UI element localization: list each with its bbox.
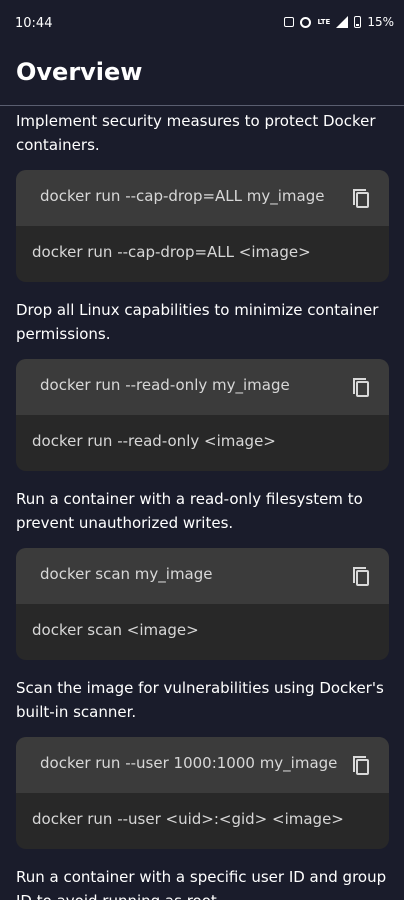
copy-button[interactable] bbox=[349, 184, 373, 210]
status-time: 10:44 bbox=[15, 16, 53, 31]
status-bar: 10:44 LTE 15% bbox=[0, 0, 404, 48]
code-card-header: docker run --user 1000:1000 my_image bbox=[16, 737, 389, 793]
code-card-header: docker run --read-only my_image bbox=[16, 359, 389, 415]
signal-icon bbox=[336, 16, 349, 28]
syntax-text: docker run --cap-drop=ALL <image> bbox=[32, 243, 311, 261]
notification-icon bbox=[284, 17, 295, 27]
section-description: Scan the image for vulnerabilities using… bbox=[16, 679, 384, 721]
code-card: docker scan my_image docker scan <image> bbox=[16, 548, 389, 660]
syntax-text: docker run --read-only <image> bbox=[32, 432, 276, 450]
copy-icon bbox=[353, 567, 369, 586]
syntax-text: docker scan <image> bbox=[32, 621, 199, 639]
lte-icon: LTE bbox=[317, 17, 331, 26]
section-description: Run a container with a specific user ID … bbox=[16, 868, 387, 900]
example-command: docker run --read-only my_image bbox=[40, 376, 290, 394]
section-description: Drop all Linux capabilities to minimize … bbox=[16, 301, 379, 343]
battery-percent: 15% bbox=[367, 15, 394, 29]
battery-icon bbox=[354, 16, 362, 28]
copy-button[interactable] bbox=[349, 373, 373, 399]
section-description: Implement security measures to protect D… bbox=[16, 112, 376, 154]
example-command: docker scan my_image bbox=[40, 565, 213, 583]
code-card-header: docker scan my_image bbox=[16, 548, 389, 604]
copy-icon bbox=[353, 378, 369, 397]
content-scroll[interactable]: Implement security measures to protect D… bbox=[0, 106, 404, 900]
syntax-text: docker run --user <uid>:<gid> <image> bbox=[32, 810, 344, 828]
code-card: docker run --user 1000:1000 my_image doc… bbox=[16, 737, 389, 849]
copy-icon bbox=[353, 189, 369, 208]
code-card: docker run --cap-drop=ALL my_image docke… bbox=[16, 170, 389, 282]
sync-icon bbox=[300, 16, 312, 28]
copy-button[interactable] bbox=[349, 751, 373, 777]
code-card: docker run --read-only my_image docker r… bbox=[16, 359, 389, 471]
copy-icon bbox=[353, 756, 369, 775]
page-title: Overview bbox=[16, 58, 143, 86]
example-command: docker run --user 1000:1000 my_image bbox=[40, 754, 338, 772]
status-icons: LTE 15% bbox=[284, 15, 394, 29]
example-command: docker run --cap-drop=ALL my_image bbox=[40, 187, 325, 205]
section-description: Run a container with a read-only filesys… bbox=[16, 490, 363, 532]
code-card-header: docker run --cap-drop=ALL my_image bbox=[16, 170, 389, 226]
copy-button[interactable] bbox=[349, 562, 373, 588]
